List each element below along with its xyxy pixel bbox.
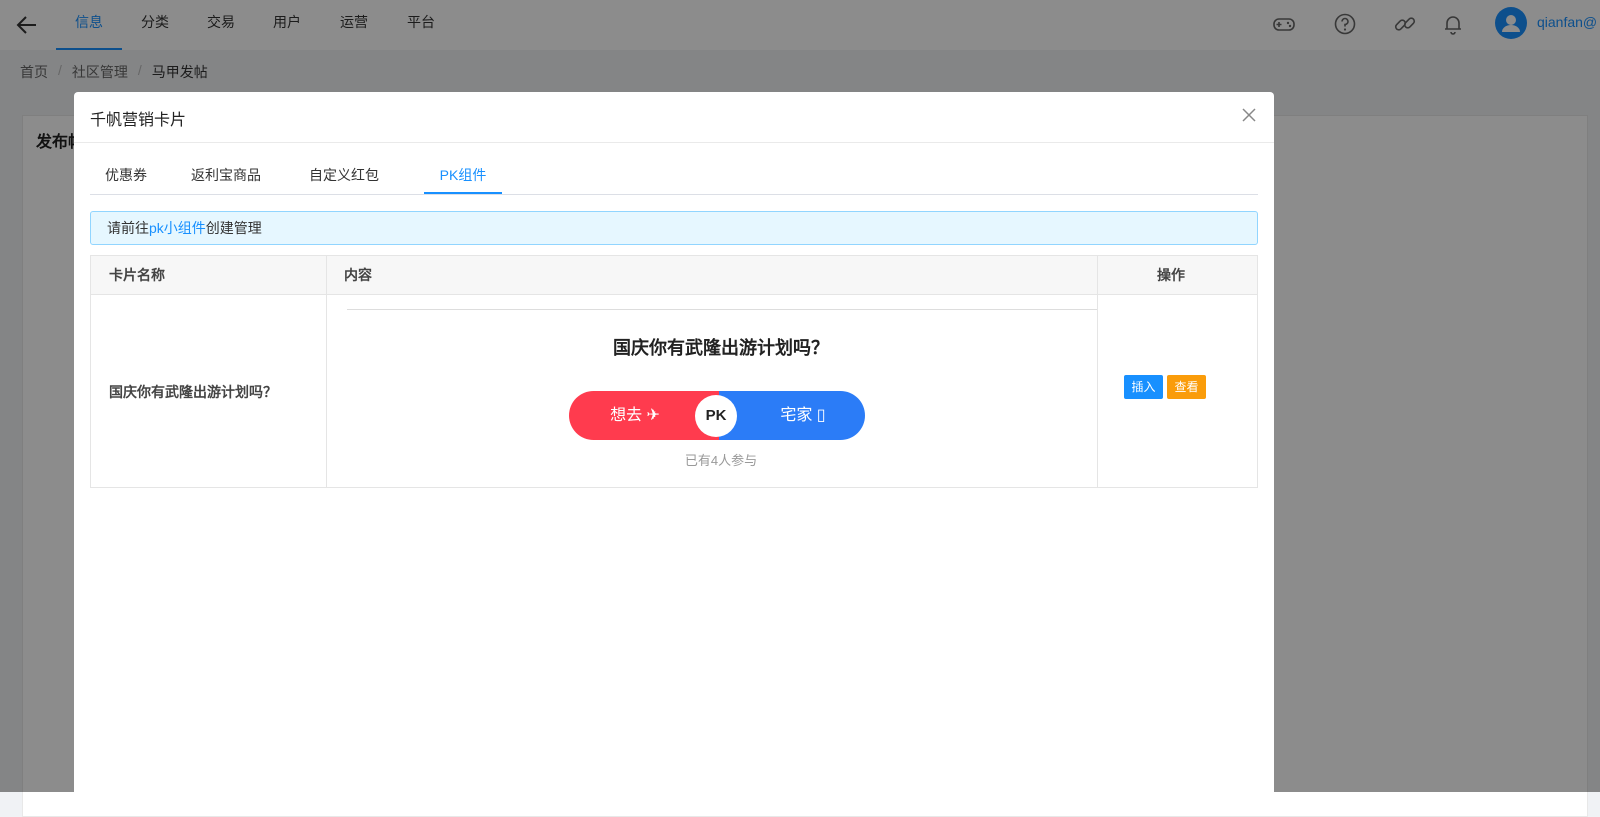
alert-prefix: 请前往 [107,220,149,236]
modal-header: 千帆营销卡片 [74,92,1274,143]
card-type-tabs: 优惠券 返利宝商品 自定义红包 PK组件 [90,162,1258,195]
pk-card-table: 卡片名称 内容 操作 国庆你有武隆出游计划吗？ 国庆你有武隆出游计划吗？ 想去 … [90,255,1258,488]
info-alert: 请前往pk小组件创建管理 [90,211,1258,245]
alert-suffix: 创建管理 [205,220,262,236]
close-icon[interactable] [1240,106,1258,124]
pk-question: 国庆你有武隆出游计划吗？ [613,338,829,358]
tab-custom-redpacket[interactable]: 自定义红包 [302,162,386,194]
pk-divider [347,309,1097,310]
card-name-cell: 国庆你有武隆出游计划吗？ [109,384,277,400]
pk-badge: PK [695,395,737,437]
insert-button[interactable]: 插入 [1124,375,1163,399]
pk-participants: 已有4人参与 [684,453,758,468]
header-card-name: 卡片名称 [109,267,165,283]
pk-widget-link[interactable]: pk小组件 [149,220,206,236]
tab-coupon[interactable]: 优惠券 [90,162,162,194]
marketing-card-modal: 千帆营销卡片 优惠券 返利宝商品 自定义红包 PK组件 请前往pk小组件创建管理… [74,92,1274,812]
modal-title: 千帆营销卡片 [90,112,187,129]
view-button[interactable]: 查看 [1167,375,1206,399]
tab-pk-component[interactable]: PK组件 [424,162,502,194]
column-divider [326,256,327,487]
tab-rebate-goods[interactable]: 返利宝商品 [184,162,268,194]
pk-right-option[interactable]: 宅家 ▯ [719,391,865,440]
header-actions: 操作 [1157,267,1185,283]
header-content: 内容 [344,267,372,283]
table-header: 卡片名称 内容 操作 [91,256,1257,295]
